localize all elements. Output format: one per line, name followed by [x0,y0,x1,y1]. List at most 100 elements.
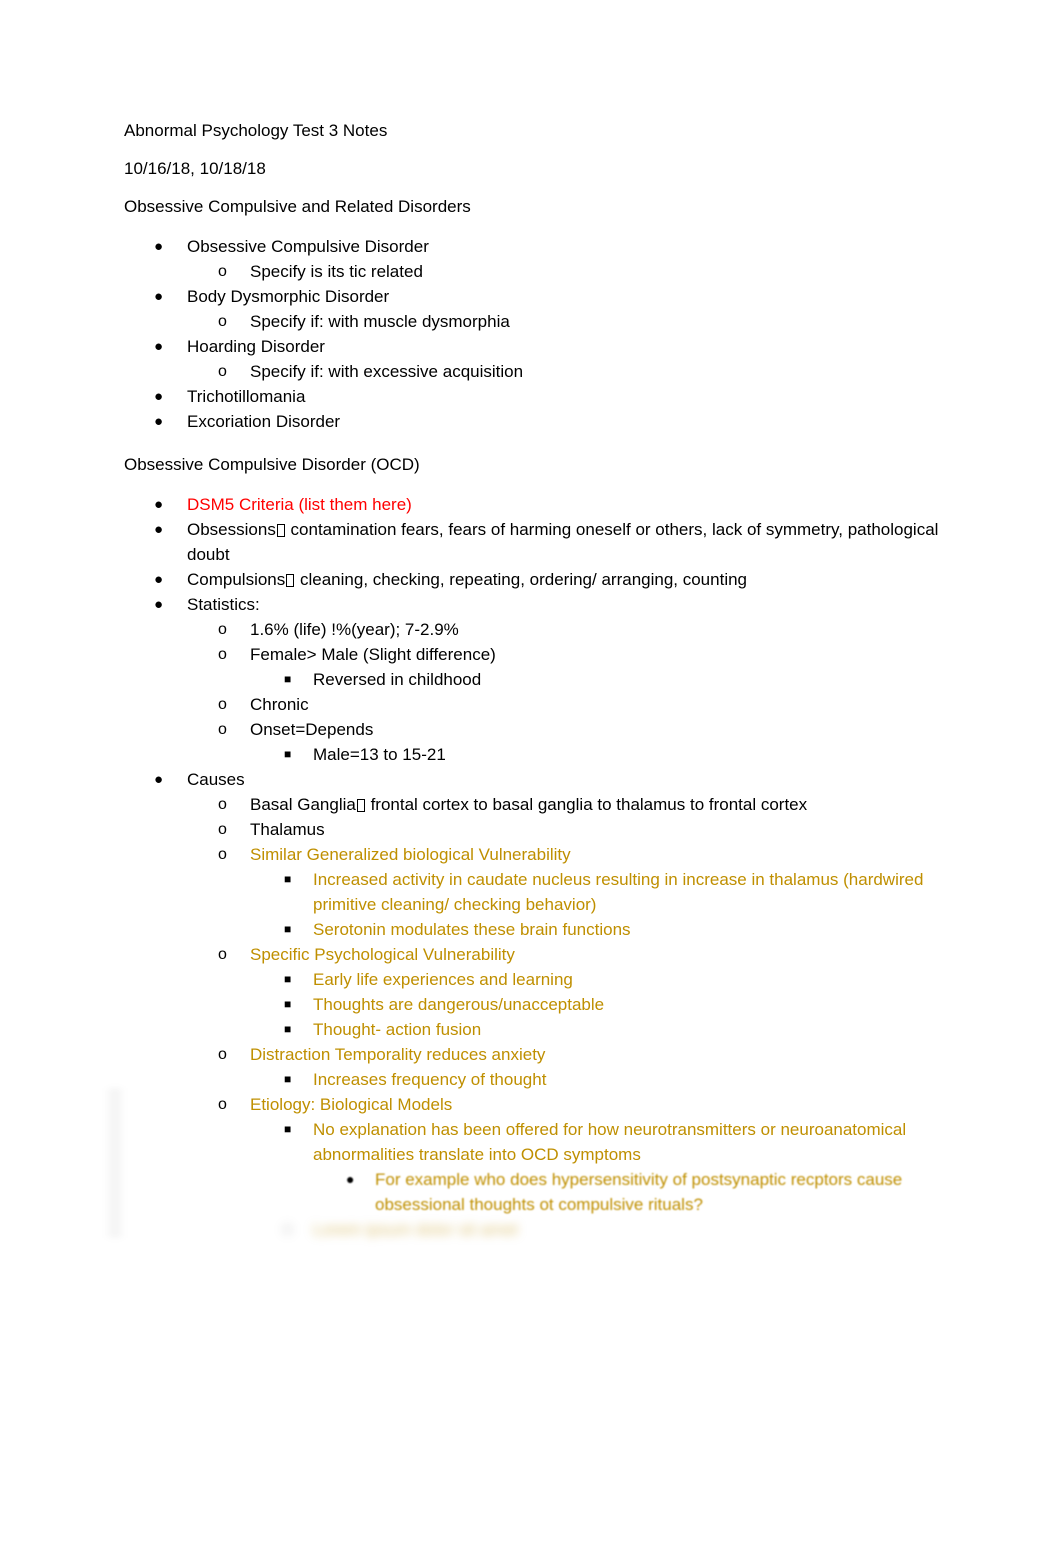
dsm5-criteria-label: DSM5 Criteria (list them here) [187,495,412,514]
bullet-round-icon: ● [154,571,164,588]
list-item: o Distraction Temporality reduces anxiet… [124,1042,954,1067]
list-item-thalamus: o Thalamus [124,817,954,842]
bullet-round-icon: ● [154,496,164,513]
list-item-label: Similar Generalized biological Vulnerabi… [250,845,571,864]
related-disorders-list: ● Obsessive Compulsive Disorder o Specif… [124,234,954,434]
list-item: ● For example who does hypersensitivity … [124,1167,954,1217]
list-item-label: Thought- action fusion [313,1020,482,1039]
section-heading-ocd: Obsessive Compulsive Disorder (OCD) [124,455,420,474]
bullet-round-icon: ● [154,338,164,355]
list-item-label: Male=13 to 15-21 [313,745,446,764]
obsessions-line: Obsessions contamination fears, fears of… [187,517,954,567]
list-item-compulsions: ● Compulsions cleaning, checking, repeat… [124,567,954,592]
document-page: Abnormal Psychology Test 3 Notes 10/16/1… [0,0,1062,1556]
list-item-label: Increases frequency of thought [313,1070,547,1089]
bullet-o-icon: o [218,621,227,638]
bullet-round-icon: ● [154,596,164,613]
document-dates: 10/16/18, 10/18/18 [124,159,266,178]
bullet-square-icon: ■ [284,1022,292,1036]
bullet-o-icon: o [218,1046,227,1063]
list-item-basal-ganglia: o Basal Ganglia frontal cortex to basal … [124,792,954,817]
list-item: o Similar Generalized biological Vulnera… [124,842,954,867]
page-edge-artifact [104,1088,126,1238]
bullet-o-icon: o [218,263,227,280]
basal-ganglia-detail: frontal cortex to basal ganglia to thala… [365,795,808,814]
list-item-label: Onset=Depends [250,720,374,739]
bullet-round-icon: ● [346,1171,355,1187]
list-item-label: Excoriation Disorder [187,412,341,431]
obsessions-label: Obsessions [187,520,276,539]
compulsions-line: Compulsions cleaning, checking, repeatin… [187,567,954,592]
list-item-label: No explanation has been offered for how … [313,1120,911,1164]
list-item-label: Obsessive Compulsive Disorder [187,237,429,256]
list-item: ■ Increases frequency of thought [124,1067,954,1092]
list-item: o Specify if: with excessive acquisition [124,359,954,384]
list-item: ■ Increased activity in caudate nucleus … [124,867,954,917]
bullet-o-icon: o [218,846,227,863]
compulsions-detail: cleaning, checking, repeating, ordering/… [295,570,748,589]
list-item: ■ Early life experiences and learning [124,967,954,992]
list-item-label: Early life experiences and learning [313,970,573,989]
bullet-square-icon: ■ [284,997,292,1011]
bullet-square-icon: ■ [284,972,292,986]
bullet-round-icon: ● [154,771,164,788]
list-item: o 1.6% (life) !%(year); 7-2.9% [124,617,954,642]
list-item: ● Trichotillomania [124,384,954,409]
list-item: o Female> Male (Slight difference) [124,642,954,667]
list-item-label: Thoughts are dangerous/unacceptable [313,995,605,1014]
list-item: o Specify is its tic related [124,259,954,284]
list-item-label: 1.6% (life) !%(year); 7-2.9% [250,620,459,639]
bullet-square-icon: ■ [284,1072,292,1086]
list-item: ■ Serotonin modulates these brain functi… [124,917,954,942]
compulsions-label: Compulsions [187,570,286,589]
bullet-square-icon: ■ [284,872,292,886]
bullet-square-icon: ■ [284,672,292,686]
list-item: ■ Male=13 to 15-21 [124,742,954,767]
basal-ganglia-line: Basal Ganglia frontal cortex to basal ga… [250,792,954,817]
list-item-label: Hoarding Disorder [187,337,325,356]
list-item-label: Female> Male (Slight difference) [250,645,496,664]
list-item: ■ Thought- action fusion [124,1017,954,1042]
bullet-o-icon: o [218,1096,227,1113]
list-item: o Specific Psychological Vulnerability [124,942,954,967]
bullet-square-icon: ■ [284,1122,292,1136]
list-item-dsm5: ● DSM5 Criteria (list them here) [124,492,954,517]
list-item: ● Excoriation Disorder [124,409,954,434]
list-item-label: Specify if: with excessive acquisition [250,362,524,381]
bullet-o-icon: o [218,796,227,813]
bullet-o-icon: o [218,946,227,963]
bullet-round-icon: ● [154,413,164,430]
list-item: ■ Thoughts are dangerous/unacceptable [124,992,954,1017]
bullet-round-icon: ● [154,388,164,405]
list-item-label: Body Dysmorphic Disorder [187,287,390,306]
list-item: o Chronic [124,692,954,717]
bullet-round-icon: ● [154,238,164,255]
document-body: Abnormal Psychology Test 3 Notes 10/16/1… [124,120,954,1242]
list-item: ■ Reversed in childhood [124,667,954,692]
list-item-label: For example who does hypersensitivity of… [375,1170,907,1214]
bullet-round-icon: ● [154,288,164,305]
list-item: ● Obsessive Compulsive Disorder [124,234,954,259]
list-item-label: Lorem ipsum dolor sit amet [313,1220,519,1239]
list-item-label: Specify is its tic related [250,262,423,281]
basal-ganglia-label: Basal Ganglia [250,795,356,814]
causes-label: Causes [187,770,245,789]
list-item-obsessions: ● Obsessions contamination fears, fears … [124,517,954,567]
list-item-label: Reversed in childhood [313,670,482,689]
list-item-causes: ● Causes [124,767,954,792]
bullet-o-icon: o [218,721,227,738]
list-item-label: Thalamus [250,820,325,839]
bullet-o-icon: o [218,313,227,330]
missing-glyph-icon [286,574,295,587]
bullet-o-icon: o [218,696,227,713]
bullet-square-icon: ■ [284,1222,292,1236]
bullet-round-icon: ● [154,521,164,538]
list-item: ● Hoarding Disorder [124,334,954,359]
list-item-label: Serotonin modulates these brain function… [313,920,631,939]
ocd-list: ● DSM5 Criteria (list them here) ● Obses… [124,492,954,1242]
list-item-label: Increased activity in caudate nucleus re… [313,870,929,914]
bullet-o-icon: o [218,821,227,838]
list-item-label: Chronic [250,695,309,714]
list-item-statistics: ● Statistics: [124,592,954,617]
bullet-o-icon: o [218,363,227,380]
